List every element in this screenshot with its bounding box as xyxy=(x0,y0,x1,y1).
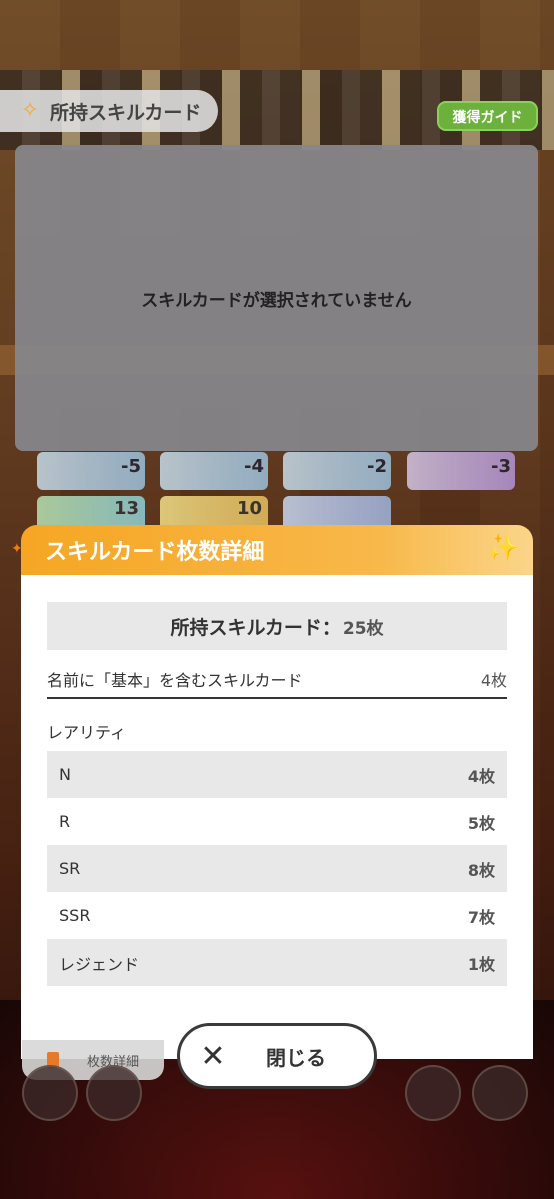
rarity-label: SR xyxy=(59,859,81,878)
page-title: 所持スキルカード xyxy=(50,101,202,124)
total-label: 所持スキルカード： xyxy=(170,616,341,639)
skill-card[interactable]: -2 xyxy=(283,452,391,490)
basic-value: 4枚 xyxy=(480,671,507,690)
card-number: 10 xyxy=(236,498,262,519)
close-button[interactable]: ✕ 閉じる xyxy=(177,1023,377,1089)
card-number: 13 xyxy=(113,498,139,519)
rarity-row: R 5枚 xyxy=(47,798,507,845)
rarity-count: 4枚 xyxy=(467,766,495,786)
skill-card[interactable]: 10 xyxy=(160,496,268,528)
rarity-row: SSR 7枚 xyxy=(47,892,507,939)
card-cost: -3 xyxy=(491,456,511,477)
modal-header: ✦ スキルカード枚数詳細 ✨ xyxy=(11,525,533,575)
total-value: 25枚 xyxy=(342,618,384,639)
skill-card[interactable]: -5 xyxy=(37,452,145,490)
skill-card[interactable]: -4 xyxy=(160,452,268,490)
card-cost: -5 xyxy=(121,456,141,477)
bottom-avatar-icon[interactable] xyxy=(22,1065,78,1121)
acquisition-guide-button[interactable]: 獲得ガイド xyxy=(437,101,538,131)
card-cost: -4 xyxy=(244,456,264,477)
bottom-menu-icon[interactable] xyxy=(405,1065,461,1121)
card-preview-panel: スキルカードが選択されていません xyxy=(15,145,538,451)
close-label: 閉じる xyxy=(266,1045,326,1070)
card-count-detail-modal: 所持スキルカード： 25枚 名前に「基本」を含むスキルカード 4枚 レアリティ … xyxy=(21,575,533,1059)
sparkle-icon: ✧ xyxy=(20,98,40,123)
modal-title: スキルカード枚数詳細 xyxy=(45,540,265,565)
skill-card[interactable]: 13 xyxy=(37,496,145,528)
bottom-avatar-icon[interactable] xyxy=(86,1065,142,1121)
rarity-label: レジェンド xyxy=(59,954,140,974)
bottom-list-icon[interactable] xyxy=(472,1065,528,1121)
rarity-count: 5枚 xyxy=(467,813,495,833)
rarity-row: SR 8枚 xyxy=(47,845,507,892)
close-icon: ✕ xyxy=(200,1038,226,1074)
rarity-row: N 4枚 xyxy=(47,751,507,798)
rarity-label: SSR xyxy=(59,906,91,925)
total-cards-row: 所持スキルカード： 25枚 xyxy=(47,602,507,650)
rarity-heading: レアリティ xyxy=(47,723,127,742)
rarity-row: レジェンド 1枚 xyxy=(47,939,507,986)
rarity-count: 1枚 xyxy=(467,954,495,974)
rarity-count: 8枚 xyxy=(467,860,495,880)
rarity-label: N xyxy=(59,765,71,784)
diamond-icon: ✦ xyxy=(11,541,23,557)
skill-card[interactable] xyxy=(283,496,391,528)
no-selection-message: スキルカードが選択されていません xyxy=(141,290,412,311)
rarity-label: R xyxy=(59,812,71,831)
sparkle-icon: ✨ xyxy=(486,533,519,563)
basic-label: 名前に「基本」を含むスキルカード xyxy=(47,671,303,690)
header-title-pill: ✧ 所持スキルカード xyxy=(0,90,218,132)
skill-card[interactable]: -3 xyxy=(407,452,515,490)
rarity-count: 7枚 xyxy=(467,907,495,927)
basic-cards-row: 名前に「基本」を含むスキルカード 4枚 xyxy=(47,661,507,699)
card-cost: -2 xyxy=(367,456,387,477)
